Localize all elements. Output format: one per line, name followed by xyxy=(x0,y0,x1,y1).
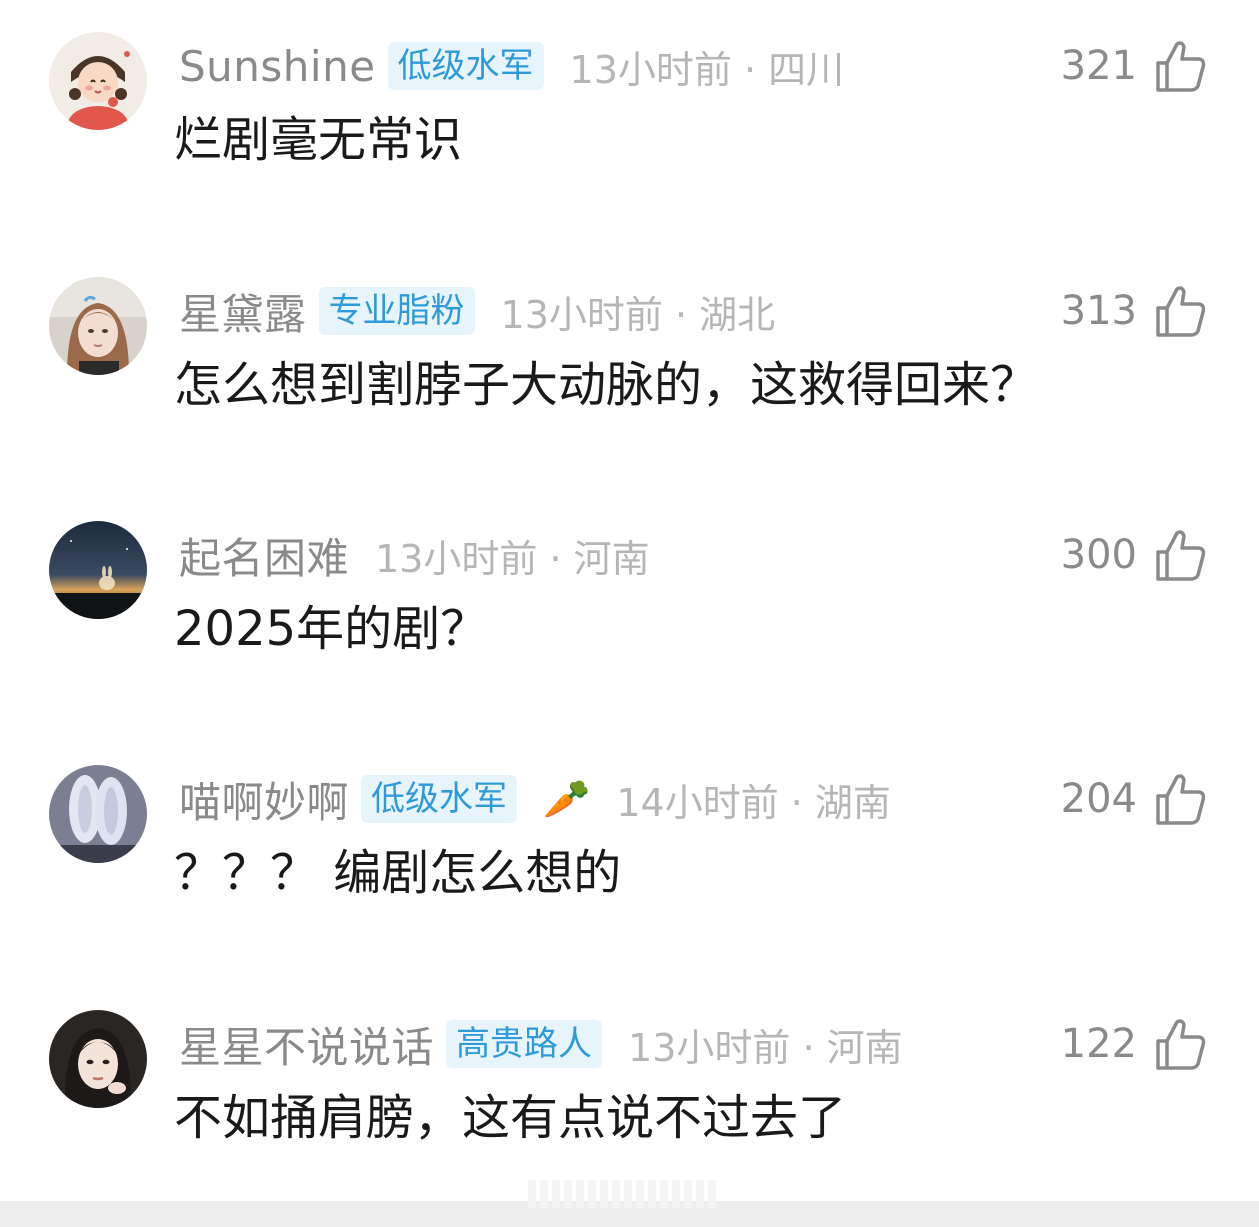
avatar[interactable] xyxy=(49,1010,147,1108)
username[interactable]: 星星不说说话 xyxy=(179,1014,434,1075)
avatar[interactable] xyxy=(49,277,147,375)
timestamp-location: 14小时前 · 湖南 xyxy=(616,780,891,825)
user-badge[interactable]: 高贵路人 xyxy=(446,1020,603,1068)
like-button[interactable]: 300 xyxy=(1061,527,1207,583)
comment-header: 星星不说说话 高贵路人 13小时前 · 河南 xyxy=(179,1016,903,1072)
avatar[interactable] xyxy=(49,521,147,619)
comment-item: 起名困难 13小时前 · 河南 300 2025年的剧？ xyxy=(0,489,1259,689)
username[interactable]: Sunshine xyxy=(179,42,376,91)
comment-header: 星黛露 专业脂粉 13小时前 · 湖北 xyxy=(179,283,775,339)
thumbs-up-icon xyxy=(1156,774,1206,825)
timestamp-location: 13小时前 · 河南 xyxy=(375,536,650,581)
user-badge[interactable]: 专业脂粉 xyxy=(318,287,475,335)
thumbs-up-icon xyxy=(1156,530,1206,581)
comment-text: 2025年的剧？ xyxy=(174,601,489,657)
user-badge[interactable]: 低级水军 xyxy=(387,42,544,90)
comment-text: 烂剧毫无常识 xyxy=(174,112,463,168)
user-badge[interactable]: 低级水军 xyxy=(361,775,518,823)
comment-item: Sunshine 低级水军 13小时前 · 四川 321 烂剧毫无常识 xyxy=(0,0,1259,200)
comment-item: 星星不说说话 高贵路人 13小时前 · 河南 122 不如捅肩膀，这有点说不过去… xyxy=(0,978,1259,1178)
like-button[interactable]: 321 xyxy=(1061,38,1207,94)
username[interactable]: 起名困难 xyxy=(179,525,349,586)
like-count: 300 xyxy=(1060,532,1137,578)
avatar[interactable] xyxy=(49,32,147,130)
plush-bunny-avatar-icon xyxy=(49,765,147,863)
comment-item: 喵啊妙啊 低级水军 🥕 14小时前 · 湖南 204 ？？？ 编剧怎么想的 xyxy=(0,733,1259,933)
girl-photo-avatar-icon xyxy=(49,277,147,375)
watermark xyxy=(528,1180,716,1208)
username[interactable]: 星黛露 xyxy=(179,281,307,342)
like-button[interactable]: 204 xyxy=(1061,771,1207,827)
timestamp-location: 13小时前 · 湖北 xyxy=(500,292,776,337)
timestamp-location: 13小时前 · 河南 xyxy=(628,1025,903,1070)
thumbs-up-icon xyxy=(1156,286,1206,337)
comment-item: 星黛露 专业脂粉 13小时前 · 湖北 313 怎么想到割脖子大动脉的，这救得回… xyxy=(0,245,1259,445)
like-count: 321 xyxy=(1060,43,1137,89)
comment-header: 起名困难 13小时前 · 河南 xyxy=(179,527,650,583)
woman-portrait-avatar-icon xyxy=(49,1010,147,1108)
username[interactable]: 喵啊妙啊 xyxy=(179,769,349,830)
carrot-icon: 🥕 xyxy=(543,777,591,821)
like-button[interactable]: 122 xyxy=(1061,1016,1207,1072)
like-count: 204 xyxy=(1060,776,1137,822)
comment-text: 怎么想到割脖子大动脉的，这救得回来？ xyxy=(174,357,1039,413)
like-button[interactable]: 313 xyxy=(1061,283,1207,339)
avatar[interactable] xyxy=(49,765,147,863)
comment-header: Sunshine 低级水军 13小时前 · 四川 xyxy=(179,38,844,94)
like-count: 313 xyxy=(1060,288,1137,334)
night-sky-bunny-avatar-icon xyxy=(49,521,147,619)
comment-text: ？？？ 编剧怎么想的 xyxy=(174,845,622,901)
comment-header: 喵啊妙啊 低级水军 🥕 14小时前 · 湖南 xyxy=(179,771,891,827)
thumbs-up-icon xyxy=(1156,1019,1206,1070)
timestamp-location: 13小时前 · 四川 xyxy=(569,47,845,92)
comment-text: 不如捅肩膀，这有点说不过去了 xyxy=(174,1090,847,1146)
like-count: 122 xyxy=(1060,1021,1137,1067)
cartoon-girl-avatar-icon xyxy=(49,32,147,130)
thumbs-up-icon xyxy=(1156,41,1206,92)
